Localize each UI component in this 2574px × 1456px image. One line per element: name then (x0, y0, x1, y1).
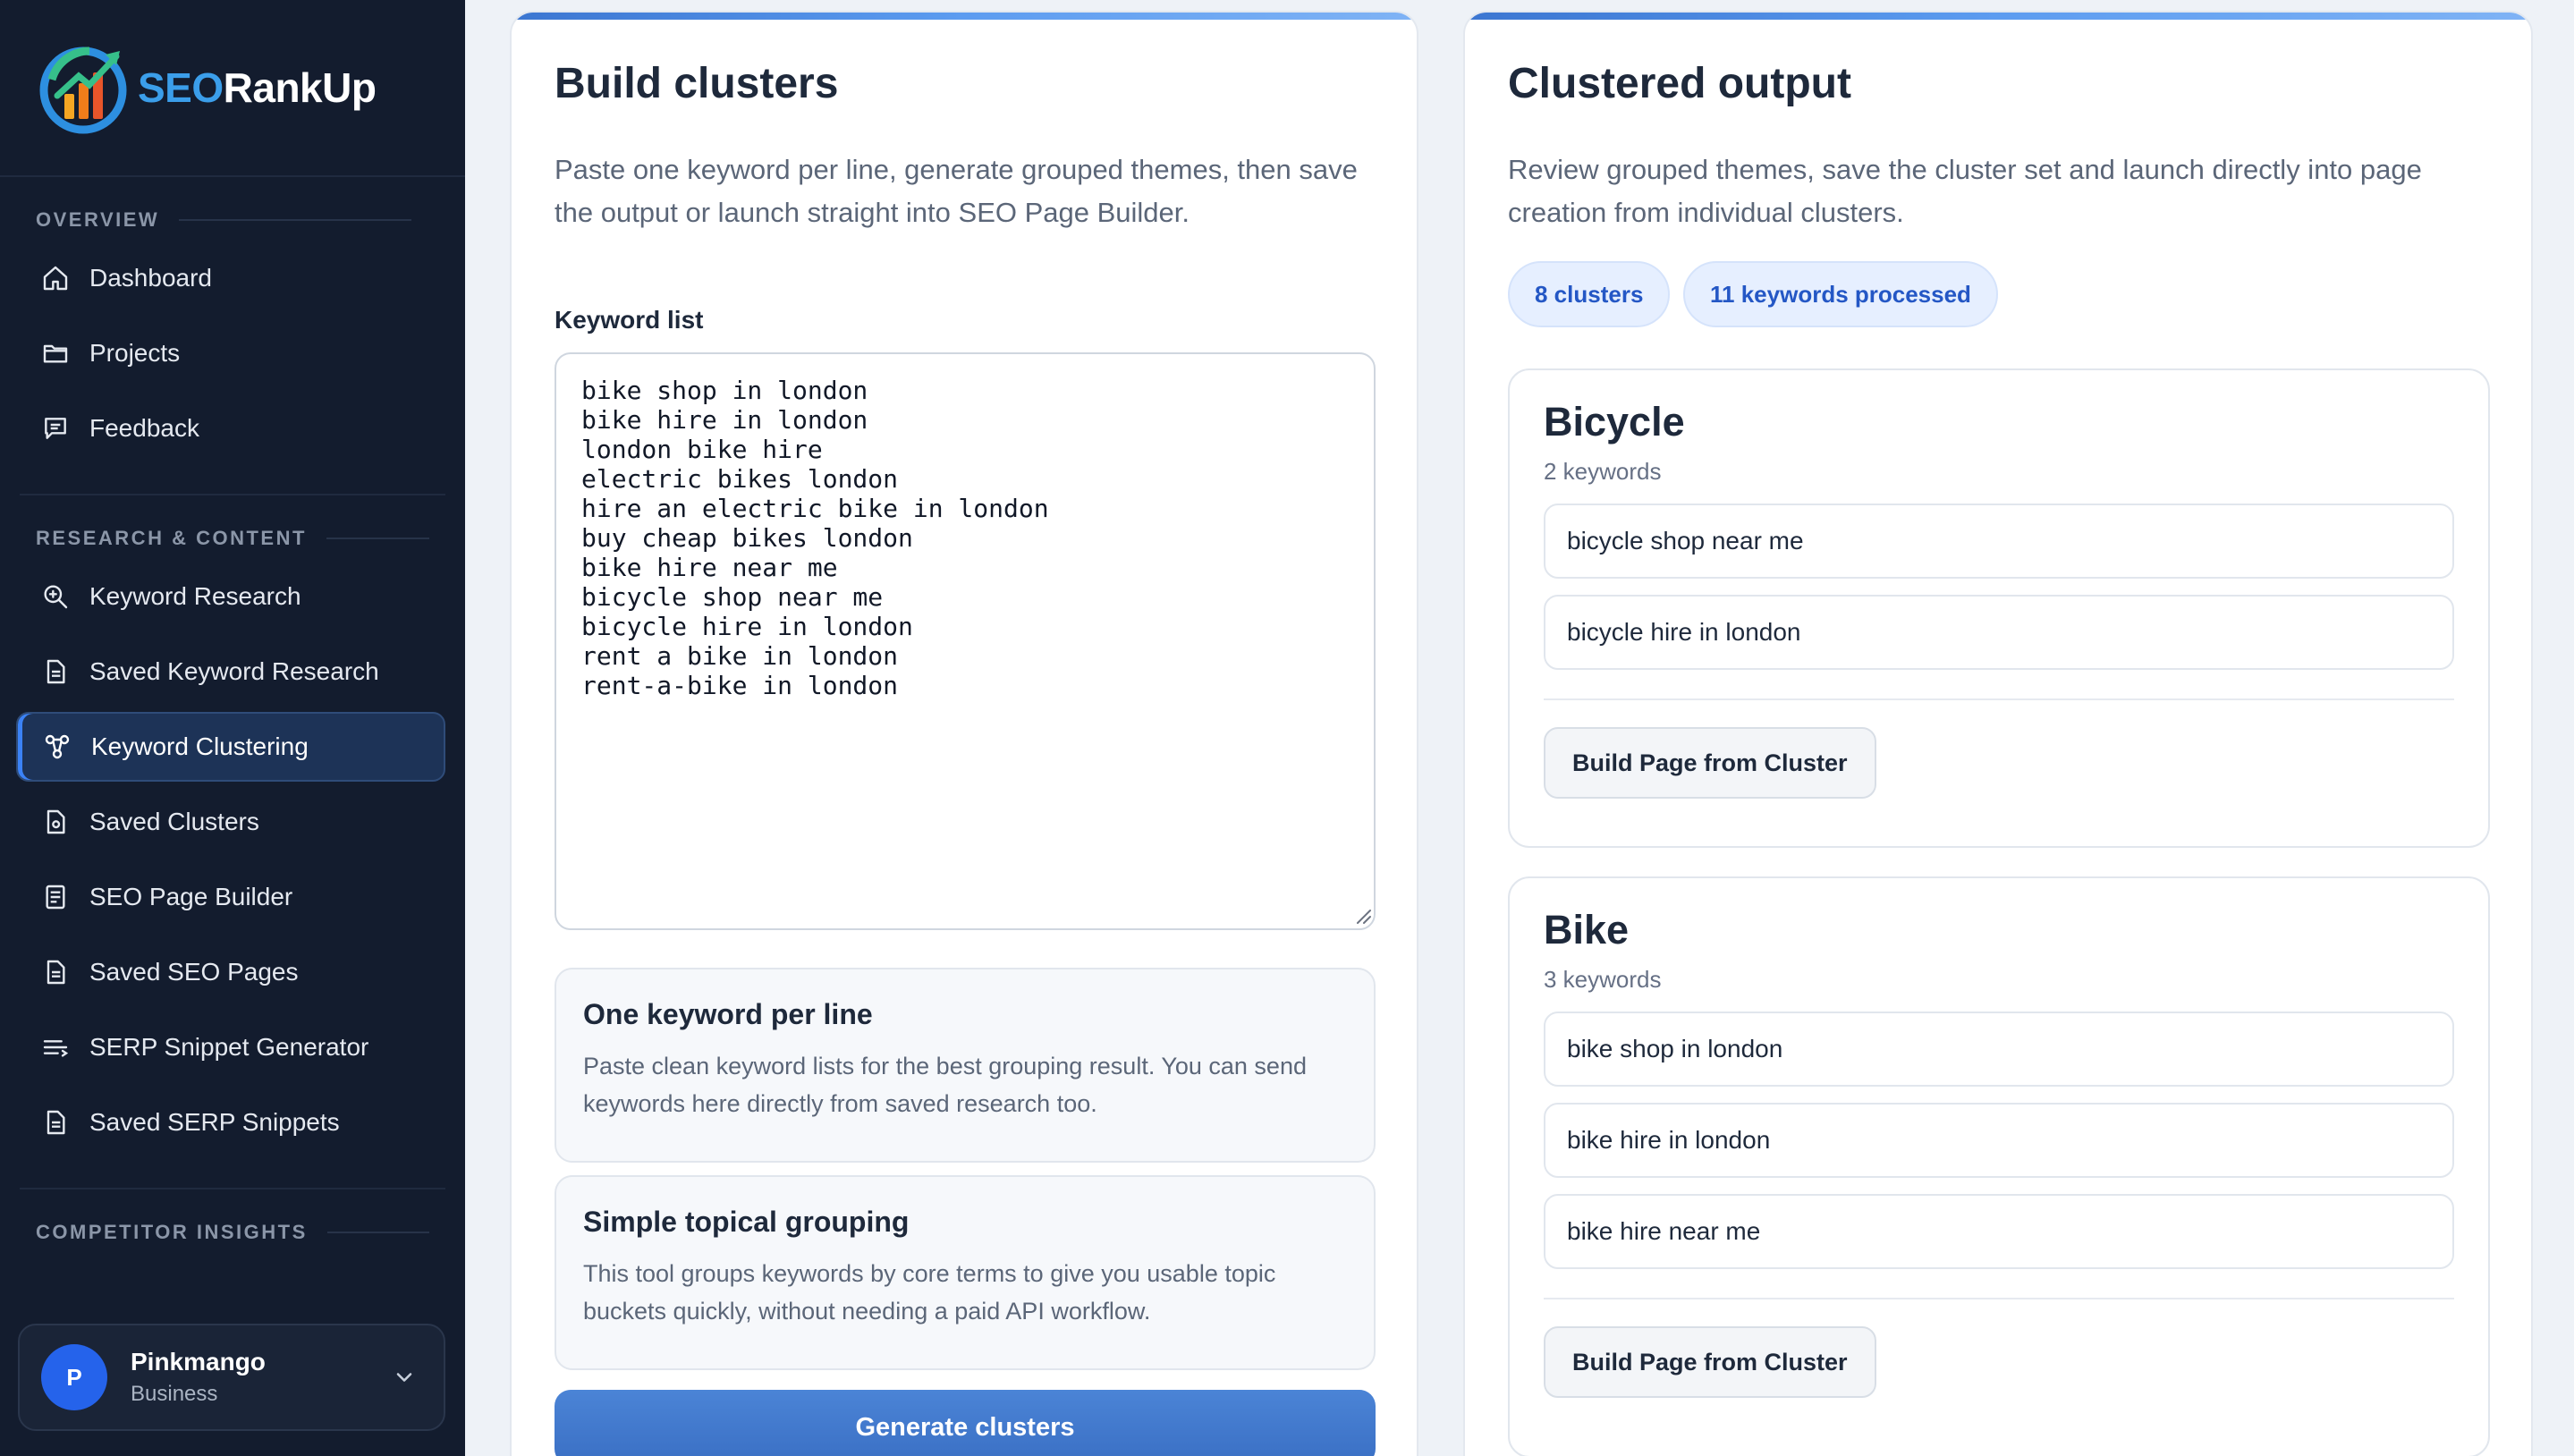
info-card-topical-grouping: Simple topical grouping This tool groups… (555, 1175, 1376, 1370)
section-research: RESEARCH & CONTENT (0, 521, 465, 556)
user-info: Pinkmango Business (131, 1348, 392, 1407)
cluster-divider (1544, 698, 2454, 700)
build-page-from-cluster-button[interactable]: Build Page from Cluster (1544, 1326, 1876, 1398)
sidebar-item-label: SERP Snippet Generator (89, 1033, 369, 1061)
cluster-keyword: bike shop in london (1544, 1012, 2454, 1087)
output-panel-subtitle: Review grouped themes, save the cluster … (1508, 154, 2422, 228)
chevron-down-icon (396, 1373, 412, 1382)
document-icon (47, 809, 65, 834)
brand-name: SEORankUp (138, 63, 377, 112)
info-card-title: One keyword per line (583, 998, 873, 1030)
sidebar-item-seo-page-builder[interactable]: SEO Page Builder (16, 862, 445, 932)
cluster-title: Bicycle (1544, 399, 1685, 444)
section-competitor: COMPETITOR INSIGHTS (0, 1215, 465, 1250)
sidebar: SEORankUp OVERVIEW Dashboard Projects Fe… (0, 0, 465, 1456)
home-icon (43, 266, 68, 291)
sidebar-item-label: Keyword Clustering (91, 732, 309, 760)
sidebar-item-label: Dashboard (89, 264, 212, 292)
section-separator (20, 1188, 445, 1189)
build-panel-subtitle: Paste one keyword per line, generate gro… (555, 154, 1358, 228)
brand-rank: RankUp (223, 64, 377, 111)
sidebar-item-label: Saved SERP Snippets (89, 1108, 340, 1136)
keyword-list-input[interactable] (555, 352, 1376, 930)
cluster-keyword-count: 3 keywords (1544, 966, 1662, 993)
section-competitor-label: COMPETITOR INSIGHTS (36, 1221, 308, 1243)
avatar: P (41, 1344, 107, 1410)
section-divider (179, 219, 412, 221)
search-icon (44, 585, 68, 609)
cluster-card-bike: Bike 3 keywords bike shop in london bike… (1508, 876, 2490, 1456)
clustered-output-panel: Clustered output Review grouped themes, … (1463, 11, 2533, 1456)
sidebar-item-label: Feedback (89, 414, 199, 442)
brand-logo[interactable]: SEORankUp (0, 0, 465, 177)
sidebar-item-label: Projects (89, 339, 181, 367)
section-divider (326, 1232, 429, 1233)
sidebar-item-saved-keyword-research[interactable]: Saved Keyword Research (16, 637, 445, 707)
section-research-label: RESEARCH & CONTENT (36, 527, 307, 549)
info-card-text: This tool groups keywords by core terms … (583, 1260, 1276, 1325)
logo-icon (39, 47, 127, 134)
sidebar-item-feedback[interactable]: Feedback (16, 394, 445, 463)
cluster-title: Bike (1544, 907, 1630, 952)
sidebar-item-projects[interactable]: Projects (16, 318, 445, 388)
sidebar-item-label: Saved Keyword Research (89, 657, 379, 685)
info-card-title: Simple topical grouping (583, 1206, 910, 1238)
build-clusters-panel: Build clusters Paste one keyword per lin… (510, 11, 1418, 1456)
folder-icon (43, 344, 68, 363)
brand-seo: SEO (138, 64, 224, 111)
user-name: Pinkmango (131, 1348, 266, 1376)
sidebar-item-label: Saved SEO Pages (89, 958, 299, 986)
user-account-menu[interactable]: P Pinkmango Business (18, 1324, 445, 1431)
cluster-divider (1544, 1298, 2454, 1299)
sidebar-item-keyword-clustering[interactable]: Keyword Clustering (16, 712, 445, 782)
cluster-icon (45, 734, 70, 759)
lines-icon (43, 1040, 69, 1057)
output-panel-title: Clustered output (1508, 60, 1851, 107)
keyword-list-label: Keyword list (555, 306, 704, 334)
cluster-keyword-count: 2 keywords (1544, 458, 1662, 485)
section-separator (20, 494, 445, 495)
document-icon (47, 659, 65, 684)
build-panel-title: Build clusters (555, 60, 839, 107)
sidebar-item-label: SEO Page Builder (89, 883, 293, 910)
cluster-keyword-list: bicycle shop near me bicycle hire in lon… (1544, 504, 2454, 670)
cluster-card-bicycle: Bicycle 2 keywords bicycle shop near me … (1508, 368, 2490, 848)
keywords-processed-badge: 11 keywords processed (1683, 261, 1998, 327)
info-card-one-keyword: One keyword per line Paste clean keyword… (555, 968, 1376, 1163)
cluster-keyword: bike hire near me (1544, 1194, 2454, 1269)
page-icon (46, 885, 65, 910)
section-overview-label: OVERVIEW (36, 208, 160, 231)
sidebar-item-keyword-research[interactable]: Keyword Research (16, 562, 445, 631)
document-icon (47, 1110, 65, 1135)
cluster-keyword: bike hire in london (1544, 1103, 2454, 1178)
document-icon (47, 960, 65, 985)
sidebar-item-saved-serp-snippets[interactable]: Saved SERP Snippets (16, 1088, 445, 1157)
sidebar-item-label: Saved Clusters (89, 808, 259, 835)
generate-clusters-button[interactable]: Generate clusters (555, 1390, 1376, 1456)
build-page-from-cluster-button[interactable]: Build Page from Cluster (1544, 727, 1876, 799)
sidebar-item-label: Keyword Research (89, 582, 301, 610)
clusters-count-badge: 8 clusters (1508, 261, 1671, 327)
user-plan: Business (131, 1382, 218, 1406)
resize-handle-icon[interactable] (1352, 905, 1372, 925)
message-icon (45, 418, 66, 439)
section-overview: OVERVIEW (0, 202, 465, 238)
sidebar-item-saved-clusters[interactable]: Saved Clusters (16, 787, 445, 857)
sidebar-item-dashboard[interactable]: Dashboard (16, 243, 445, 313)
info-card-text: Paste clean keyword lists for the best g… (583, 1053, 1307, 1117)
cluster-keyword: bicycle shop near me (1544, 504, 2454, 579)
sidebar-item-saved-seo-pages[interactable]: Saved SEO Pages (16, 937, 445, 1007)
cluster-keyword: bicycle hire in london (1544, 595, 2454, 670)
section-divider (326, 538, 429, 539)
cluster-keyword-list: bike shop in london bike hire in london … (1544, 1012, 2454, 1269)
sidebar-item-serp-snippet-generator[interactable]: SERP Snippet Generator (16, 1012, 445, 1082)
